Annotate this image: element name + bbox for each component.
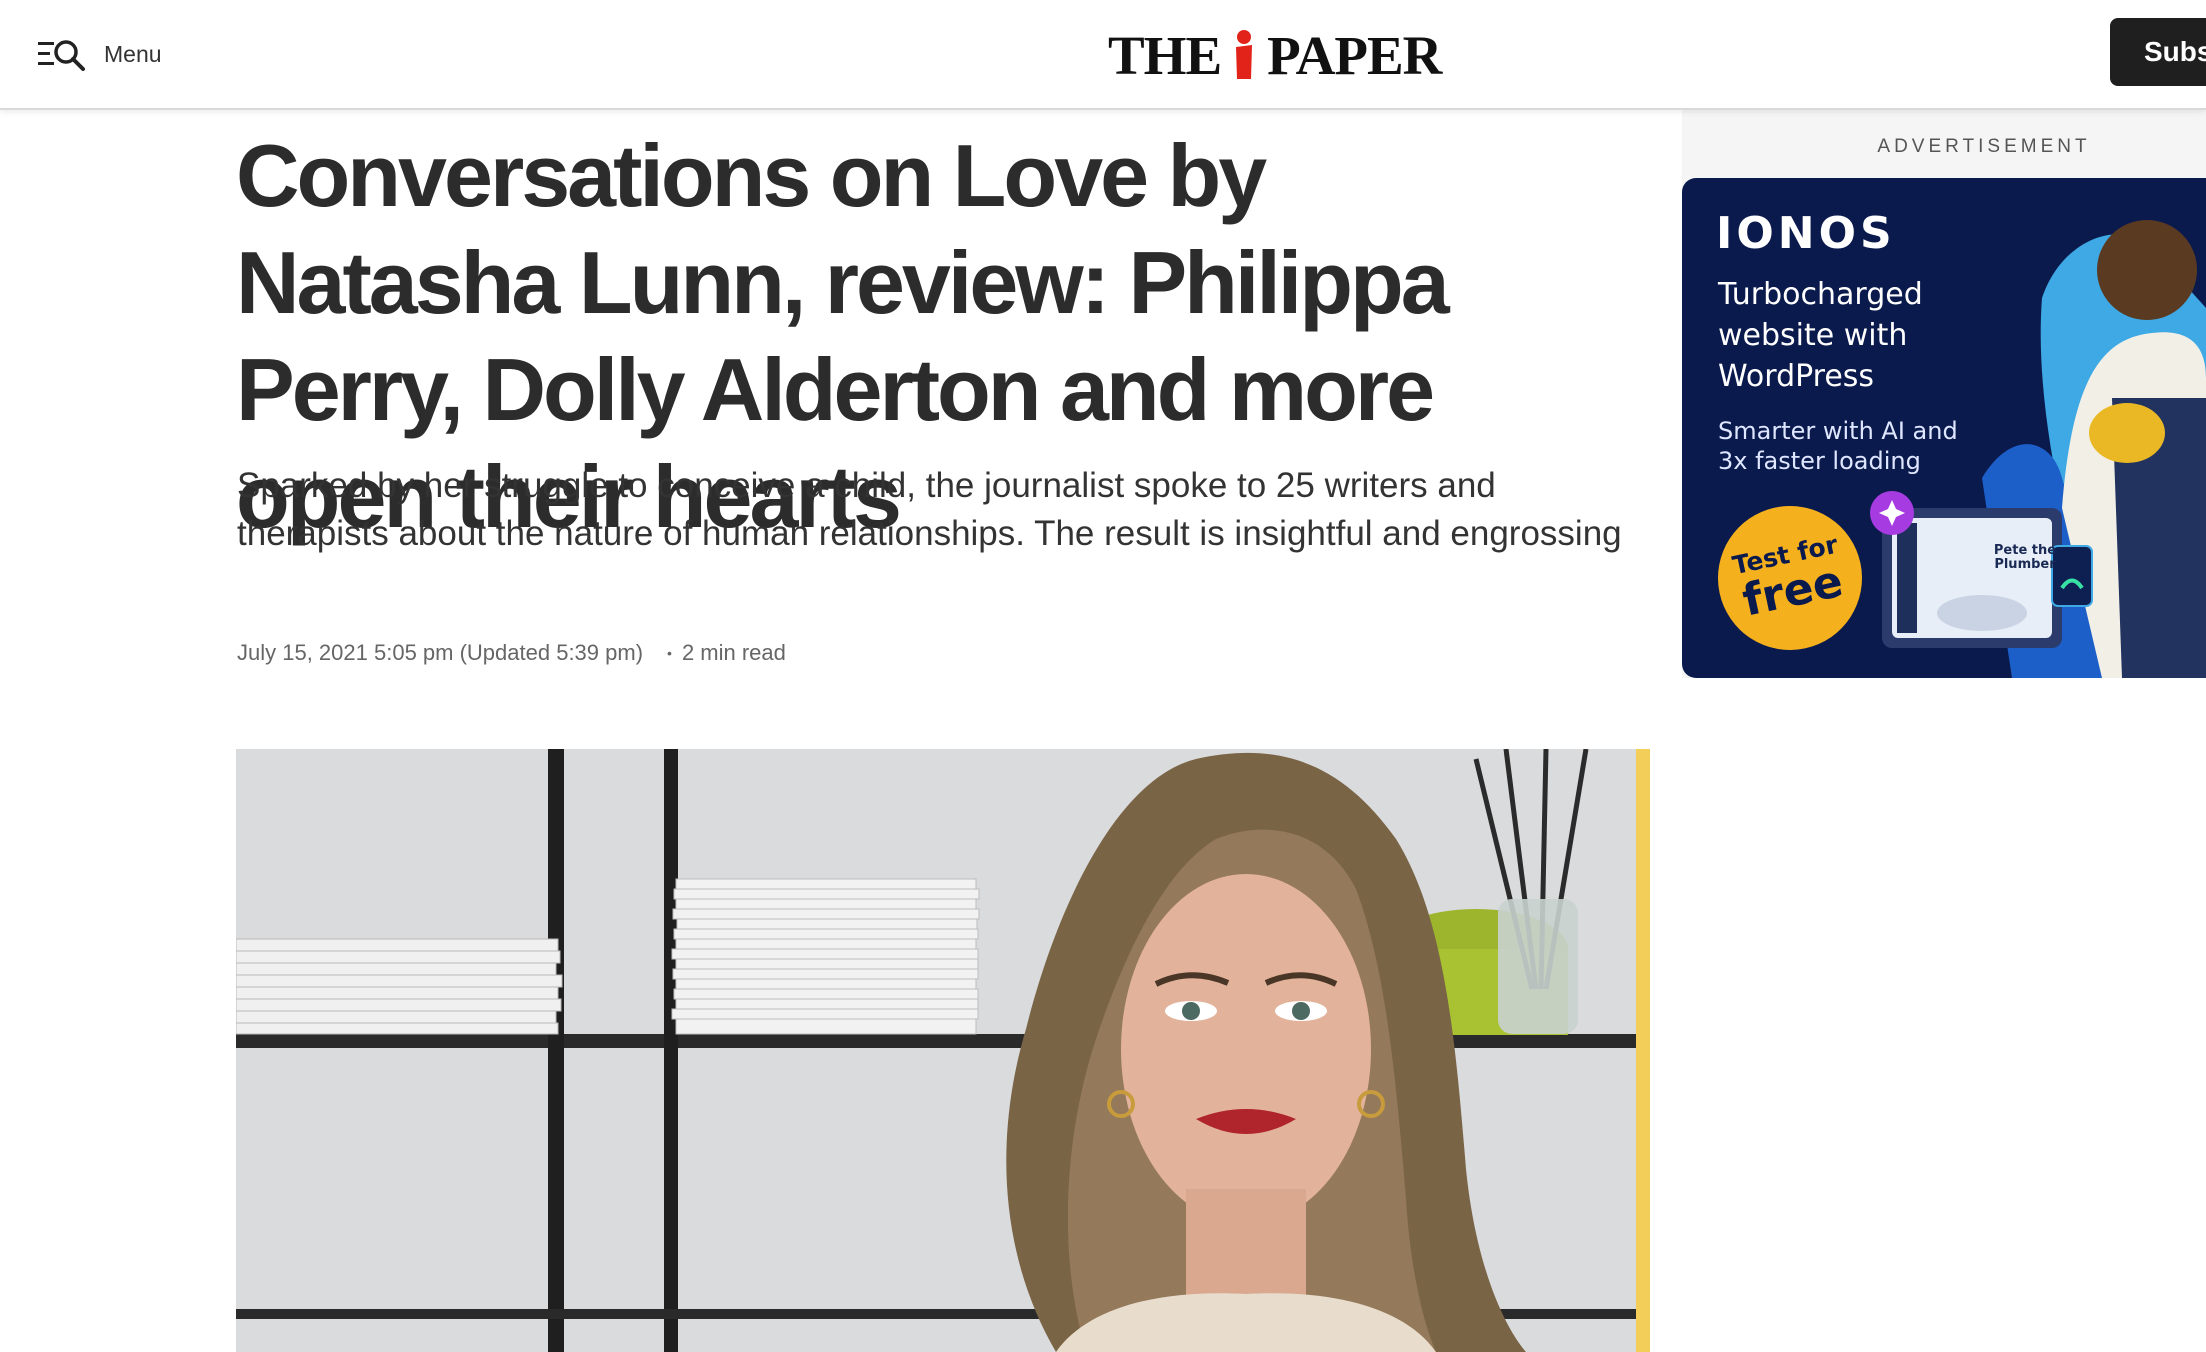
ad-subline: Smarter with AI and 3x faster loading bbox=[1718, 417, 1958, 475]
article-meta: July 15, 2021 5:05 pm (Updated 5:39 pm) … bbox=[237, 640, 786, 666]
logo-text-left: THE bbox=[1108, 24, 1222, 86]
site-header: Menu THE PAPER Subs bbox=[0, 0, 2206, 110]
meta-separator: • bbox=[667, 645, 672, 661]
site-logo[interactable]: THE PAPER bbox=[1108, 22, 1442, 88]
publish-date: July 15, 2021 5:05 pm (Updated 5:39 pm) bbox=[237, 640, 644, 665]
subscribe-button[interactable]: Subs bbox=[2110, 18, 2206, 86]
ad-headline: Turbocharged website with WordPress bbox=[1718, 277, 1923, 394]
menu-label: Menu bbox=[104, 40, 162, 67]
read-time: 2 min read bbox=[681, 640, 786, 665]
menu-button[interactable]: Menu bbox=[36, 30, 162, 78]
logo-i-mark bbox=[1236, 30, 1253, 79]
logo-text-right: PAPER bbox=[1267, 24, 1442, 86]
ad-brand: IONOS bbox=[1716, 208, 1896, 259]
article-standfirst: Sparked by her struggle to conceive a ch… bbox=[237, 466, 1622, 553]
ad-tablet-text: Pete the Plumber bbox=[1993, 543, 2057, 572]
article-hero-image bbox=[236, 749, 1650, 1352]
ionos-advertisement[interactable]: IONOS Turbocharged website with WordPres… bbox=[1682, 178, 2206, 678]
menu-search-icon bbox=[38, 40, 85, 71]
ad-label: ADVERTISEMENT bbox=[1877, 136, 2091, 157]
